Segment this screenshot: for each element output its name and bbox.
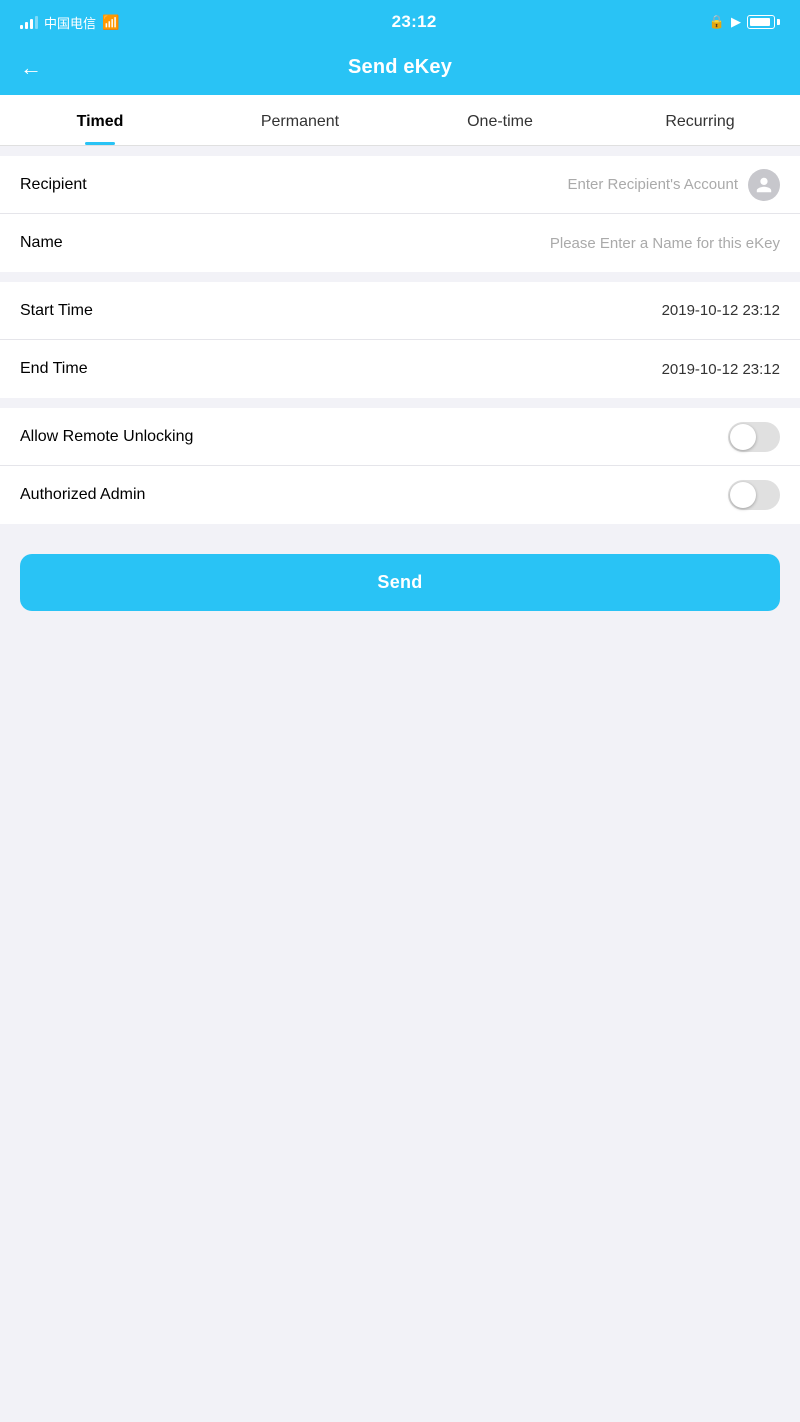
end-time-value: 2019-10-12 23:12 [150,361,780,378]
recipient-input-area[interactable]: Enter Recipient's Account [150,169,780,201]
contact-picker-icon[interactable] [748,169,780,201]
page-title: Send eKey [348,56,452,79]
authorized-admin-label: Authorized Admin [20,486,150,504]
status-right: 🔒 ▶ [709,14,780,30]
carrier-text: 中国电信 [44,13,96,32]
start-time-row[interactable]: Start Time 2019-10-12 23:12 [0,282,800,340]
nav-bar: ← Send eKey [0,44,800,95]
allow-remote-toggle[interactable] [728,422,780,452]
status-bar: 中国电信 📶 23:12 🔒 ▶ [0,0,800,44]
authorized-admin-row: Authorized Admin [0,466,800,524]
recipient-row[interactable]: Recipient Enter Recipient's Account [0,156,800,214]
start-time-label: Start Time [20,302,150,320]
authorized-admin-toggle[interactable] [728,480,780,510]
recipient-label: Recipient [20,176,150,194]
tab-permanent[interactable]: Permanent [200,95,400,145]
location-icon: ▶ [731,14,741,30]
end-time-label: End Time [20,360,150,378]
send-section: Send [0,524,800,641]
recipient-placeholder: Enter Recipient's Account [568,176,738,193]
status-left: 中国电信 📶 [20,13,119,32]
person-icon [755,176,773,194]
time-section: Start Time 2019-10-12 23:12 End Time 201… [0,282,800,398]
allow-remote-row: Allow Remote Unlocking [0,408,800,466]
lock-icon: 🔒 [709,14,725,30]
name-placeholder: Please Enter a Name for this eKey [150,235,780,252]
tabs-container: Timed Permanent One-time Recurring [0,95,800,146]
signal-icon [20,15,38,29]
recipient-section: Recipient Enter Recipient's Account Name… [0,156,800,272]
tab-recurring[interactable]: Recurring [600,95,800,145]
tab-timed[interactable]: Timed [0,95,200,145]
send-button[interactable]: Send [20,554,780,611]
allow-remote-label: Allow Remote Unlocking [20,428,193,446]
back-button[interactable]: ← [20,55,42,81]
name-row[interactable]: Name Please Enter a Name for this eKey [0,214,800,272]
end-time-row[interactable]: End Time 2019-10-12 23:12 [0,340,800,398]
toggles-section: Allow Remote Unlocking Authorized Admin [0,408,800,524]
name-label: Name [20,234,150,252]
tab-one-time[interactable]: One-time [400,95,600,145]
wifi-icon: 📶 [102,14,119,31]
status-time: 23:12 [392,12,437,32]
battery-icon [747,15,780,29]
start-time-value: 2019-10-12 23:12 [150,302,780,319]
